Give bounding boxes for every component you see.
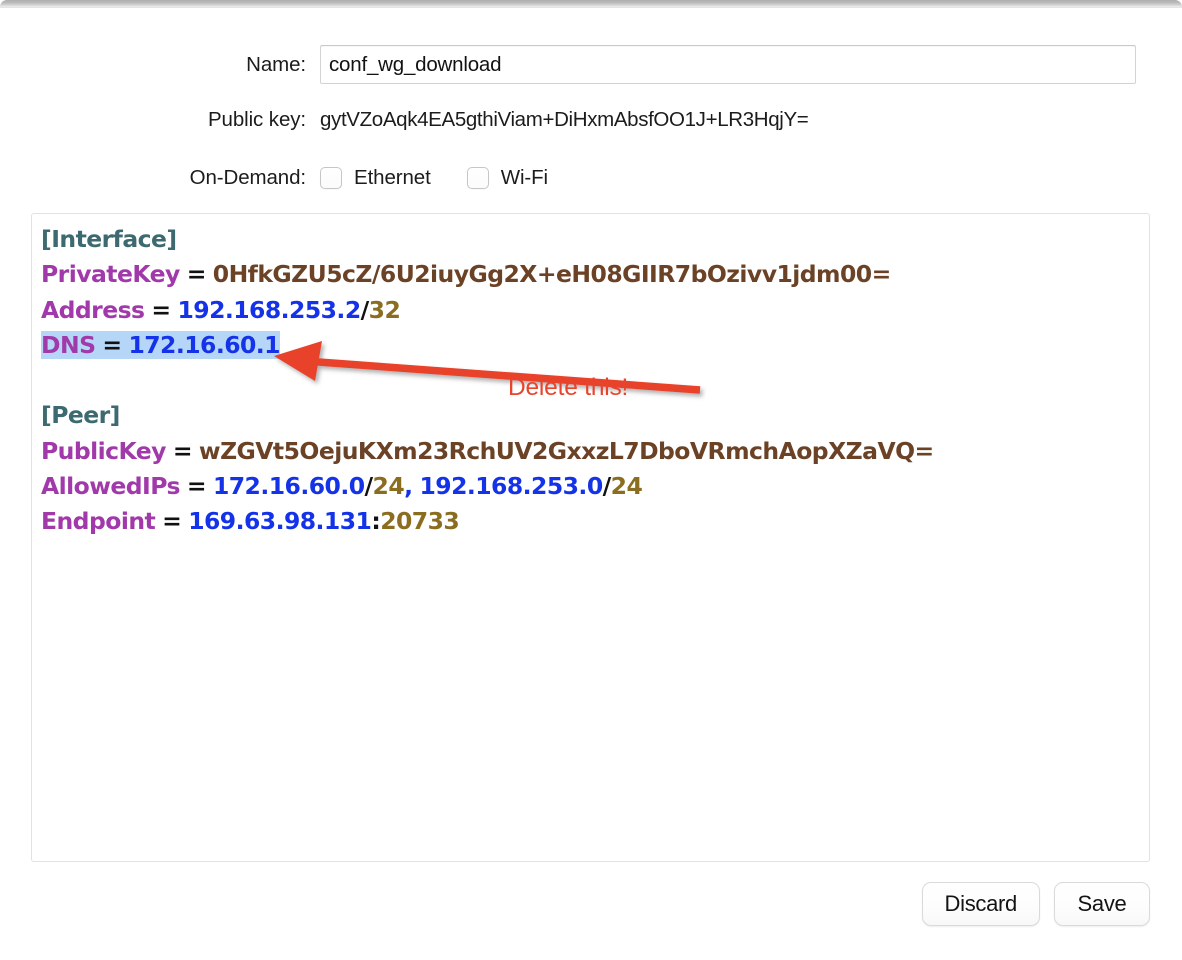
config-text-content[interactable]: [Interface] PrivateKey = 0HfkGZU5cZ/6U2i… <box>41 222 934 540</box>
config-allowedips-slash1: / <box>364 472 374 501</box>
config-endpoint-colon: : <box>371 507 381 536</box>
config-line-dns[interactable]: DNS = 172.16.60.1 <box>41 330 281 359</box>
public-key-row: Public key: gytVZoAqk4EA5gthiViam+DiHxmA… <box>0 104 1182 136</box>
config-eq-allowedips: = <box>186 472 207 501</box>
public-key-label: Public key: <box>207 108 306 131</box>
config-section-peer: [Peer] <box>41 401 120 430</box>
config-value-endpoint-port: 20733 <box>380 507 460 536</box>
titlebar-divider <box>0 7 1182 8</box>
name-label: Name: <box>246 52 306 76</box>
footer-button-bar: Discard Save <box>921 882 1150 926</box>
config-eq-endpoint: = <box>162 507 182 536</box>
config-blank-line <box>41 363 934 398</box>
config-address-slash: / <box>360 295 370 324</box>
config-eq-publickey: = <box>172 436 193 465</box>
name-input[interactable] <box>320 45 1136 84</box>
checkbox-item-ethernet[interactable]: Ethernet <box>320 166 431 190</box>
config-section-interface: [Interface] <box>41 225 177 253</box>
on-demand-row: On-Demand: Ethernet Wi-Fi <box>0 161 1182 195</box>
checkbox-icon-ethernet[interactable] <box>320 167 342 189</box>
config-value-address-ip: 192.168.253.2 <box>177 295 361 324</box>
save-button[interactable]: Save <box>1054 882 1150 926</box>
config-key-address: Address <box>41 295 145 324</box>
name-row: Name: <box>0 45 1182 84</box>
checkbox-label-wifi: Wi-Fi <box>500 166 549 189</box>
config-key-dns: DNS <box>41 330 96 359</box>
config-value-allowedips-cidr1: 24 <box>372 472 405 501</box>
config-allowedips-comma: , <box>404 472 413 501</box>
config-eq-dns: = <box>102 330 122 359</box>
public-key-value: gytVZoAqk4EA5gthiViam+DiHxmAbsfOO1J+LR3H… <box>320 108 809 131</box>
config-key-publickey: PublicKey <box>41 436 166 465</box>
config-allowedips-slash2: / <box>602 472 612 501</box>
config-value-allowedips-ip2: 192.168.253.0 <box>419 472 603 501</box>
checkbox-icon-wifi[interactable] <box>466 167 489 189</box>
on-demand-label: On-Demand: <box>189 166 306 189</box>
on-demand-checkbox-group: Ethernet Wi-Fi <box>320 166 584 190</box>
config-eq-privatekey: = <box>186 260 207 289</box>
config-value-allowedips-ip1: 172.16.60.0 <box>212 472 365 501</box>
checkbox-item-wifi[interactable]: Wi-Fi <box>466 166 549 190</box>
config-value-publickey: wZGVt5OejuKXm23RchUV2GxxzL7DboVRmchAopXZ… <box>198 436 934 465</box>
checkbox-label-ethernet: Ethernet <box>354 166 431 189</box>
config-value-endpoint-ip: 169.63.98.131 <box>188 507 372 536</box>
config-key-allowedips: AllowedIPs <box>41 472 181 501</box>
config-value-allowedips-cidr2: 24 <box>610 472 643 501</box>
window-titlebar-strip <box>0 0 1182 7</box>
config-textarea[interactable]: [Interface] PrivateKey = 0HfkGZU5cZ/6U2i… <box>31 213 1150 862</box>
config-value-address-cidr: 32 <box>368 295 401 324</box>
config-key-endpoint: Endpoint <box>41 507 156 536</box>
config-eq-address: = <box>151 295 171 324</box>
config-value-dns-ip: 172.16.60.1 <box>128 330 280 359</box>
config-value-privatekey: 0HfkGZU5cZ/6U2iuyGg2X+eH08GIIR7bOzivv1jd… <box>212 260 892 289</box>
config-key-privatekey: PrivateKey <box>41 260 180 289</box>
discard-button[interactable]: Discard <box>921 882 1040 926</box>
